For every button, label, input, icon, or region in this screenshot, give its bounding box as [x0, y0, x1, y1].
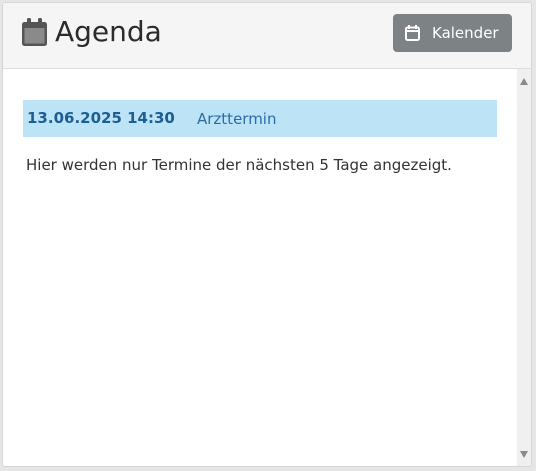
agenda-content: 13.06.2025 14:30 Arzttermin Hier werden …: [3, 69, 517, 466]
panel-header: Agenda Kalender: [3, 3, 531, 69]
event-datetime: 13.06.2025 14:30: [27, 109, 175, 127]
info-text: Hier werden nur Termine der nächsten 5 T…: [26, 156, 452, 174]
calendar-icon: [22, 18, 47, 46]
calendar-button-label: Kalender: [432, 24, 499, 42]
page-title: Agenda: [55, 15, 162, 48]
calendar-button[interactable]: Kalender: [393, 14, 512, 52]
scroll-up-arrow-icon[interactable]: [520, 78, 528, 85]
calendar-icon: [405, 25, 420, 41]
agenda-panel: Agenda Kalender 13.06.2025 14:30 Arztter…: [2, 2, 532, 467]
event-title: Arzttermin: [197, 110, 277, 128]
scroll-down-arrow-icon[interactable]: [520, 451, 528, 458]
event-row[interactable]: 13.06.2025 14:30 Arzttermin: [23, 100, 497, 137]
vertical-scrollbar[interactable]: [517, 69, 531, 466]
